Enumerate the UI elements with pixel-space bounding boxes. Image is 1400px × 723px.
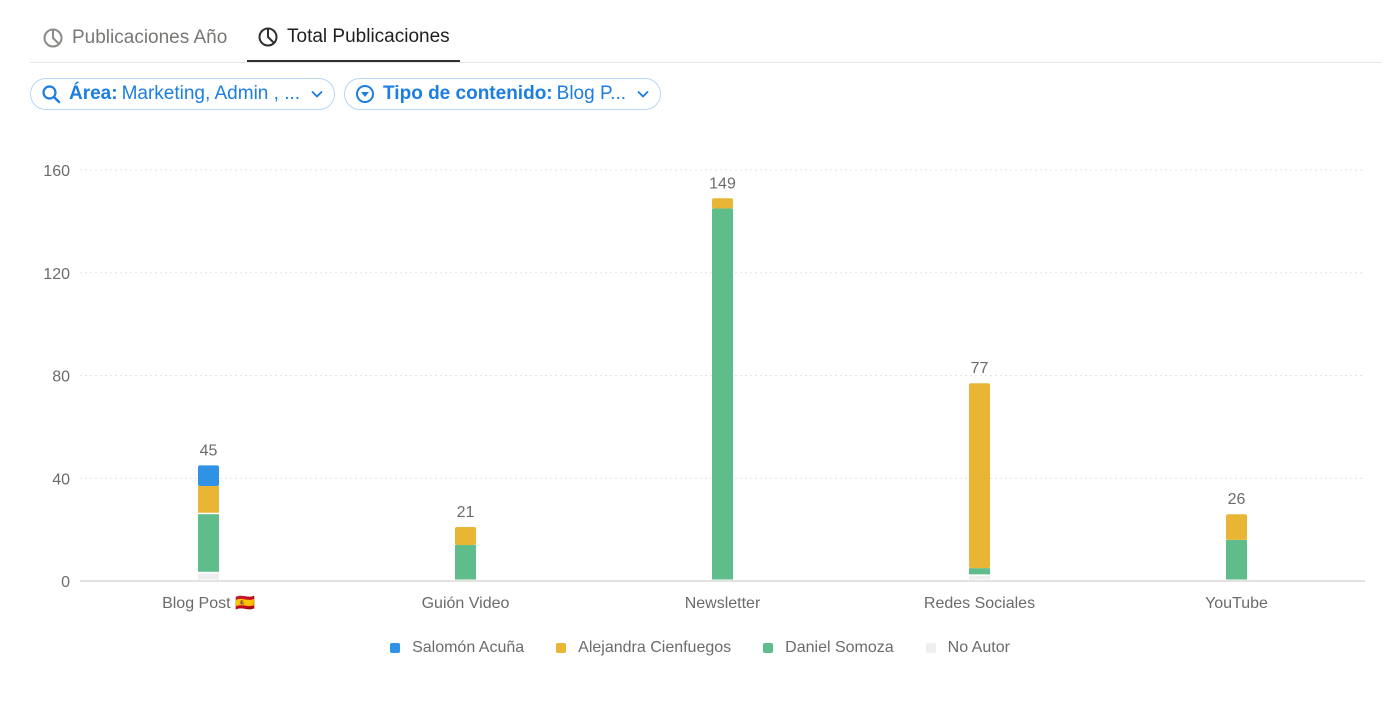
filter-icon xyxy=(355,84,375,104)
tab-total-publicaciones[interactable]: Total Publicaciones xyxy=(247,14,460,62)
legend-swatch xyxy=(556,643,567,653)
bar-segment xyxy=(712,198,733,209)
tab-label: Total Publicaciones xyxy=(287,26,450,47)
content-type-filter-pill[interactable]: Tipo de contenido: Blog P... xyxy=(344,78,662,110)
legend-item[interactable]: Daniel Somoza xyxy=(763,639,894,657)
stacked-bar-chart: 0 40 80 120 160 45 Blog Post 🇪🇸 21 Guión Video 14… xyxy=(43,163,1365,612)
filter-value: Blog P... xyxy=(556,83,627,104)
y-tick-label: 160 xyxy=(43,163,70,180)
data-label: 21 xyxy=(457,504,475,521)
legend-item[interactable]: No Autor xyxy=(925,639,1010,657)
y-tick-label: 40 xyxy=(52,471,70,488)
pie-chart-icon xyxy=(257,26,279,48)
legend-item[interactable]: Salomón Acuña xyxy=(390,639,524,657)
chevron-down-icon xyxy=(636,87,650,101)
y-tick-label: 0 xyxy=(61,574,70,591)
legend-label: Alejandra Cienfuegos xyxy=(578,639,732,656)
search-icon xyxy=(41,84,61,104)
legend-label: No Autor xyxy=(947,639,1010,656)
bar-segment xyxy=(969,575,990,580)
legend-item[interactable]: Alejandra Cienfuegos xyxy=(556,639,731,657)
y-tick-label: 80 xyxy=(52,369,70,386)
bar-segment xyxy=(969,568,990,575)
chevron-down-icon xyxy=(310,87,324,101)
pie-chart-icon xyxy=(42,27,64,49)
data-label: 45 xyxy=(200,442,218,459)
tab-label: Publicaciones Año xyxy=(72,26,228,48)
bar-segment xyxy=(198,465,219,486)
filter-value: Marketing, Admin , ... xyxy=(121,83,301,104)
bar-segment xyxy=(198,485,219,513)
x-tick-label: YouTube xyxy=(1205,595,1268,612)
data-label: 149 xyxy=(709,175,736,192)
data-label: 77 xyxy=(971,360,989,377)
bar-segment xyxy=(1226,514,1247,540)
bar-segment xyxy=(1226,539,1247,580)
filter-bar: Área: Marketing, Admin , ... Tipo de con… xyxy=(30,78,662,110)
tab-bar: Publicaciones Año Total Publicaciones xyxy=(30,14,1382,63)
tab-publicaciones-ano[interactable]: Publicaciones Año xyxy=(32,14,237,61)
bar-segment xyxy=(455,545,476,580)
bar-segment xyxy=(455,527,476,546)
legend-swatch xyxy=(763,643,774,653)
area-filter-pill[interactable]: Área: Marketing, Admin , ... xyxy=(30,78,336,110)
filter-key: Área: xyxy=(69,83,118,104)
x-tick-label: Redes Sociales xyxy=(924,595,1035,612)
legend-swatch xyxy=(390,643,401,653)
legend-label: Daniel Somoza xyxy=(785,639,894,656)
legend-label: Salomón Acuña xyxy=(412,639,525,656)
y-tick-label: 120 xyxy=(43,266,70,283)
filter-key: Tipo de contenido: xyxy=(383,83,553,104)
x-tick-label: Newsletter xyxy=(685,595,761,612)
bar-segment xyxy=(969,383,990,569)
x-tick-label: Blog Post 🇪🇸 xyxy=(162,594,255,612)
data-label: 26 xyxy=(1228,491,1246,508)
legend-swatch xyxy=(925,643,936,653)
bar-segment xyxy=(198,514,219,572)
x-tick-label: Guión Video xyxy=(422,595,510,612)
bar-segment xyxy=(198,573,219,580)
bar-segment xyxy=(712,208,733,580)
chart-legend: Salomón Acuña Alejandra Cienfuegos Daniel … xyxy=(0,639,1400,657)
